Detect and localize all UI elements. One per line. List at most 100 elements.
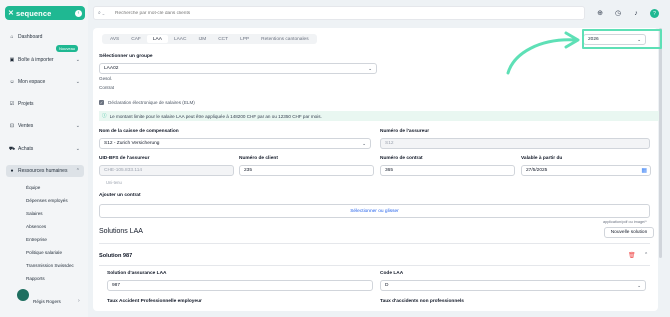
chevron-up-icon: ⌃	[75, 168, 80, 174]
info-banner: ⓘ Le montant limite pour le salaire LAA …	[99, 111, 659, 121]
scrollbar[interactable]	[659, 28, 662, 258]
add-icon[interactable]: ⊕	[595, 8, 605, 18]
valid-from-field[interactable]: 27/5/2025 ▦	[521, 165, 651, 176]
subnav-entreprise[interactable]: Entreprise	[26, 237, 47, 242]
chevron-down-icon: ⌄	[75, 146, 80, 152]
annotation-highlight	[582, 29, 662, 49]
user-name[interactable]: Régis Rogers	[33, 299, 61, 304]
tab-retentions[interactable]: Retentions cantonales	[255, 35, 314, 43]
inbox-icon: ▣	[9, 57, 15, 63]
chevron-up-icon[interactable]: ⌃	[644, 252, 648, 258]
valid-from-value: 27/5/2025	[526, 168, 548, 173]
search-bar[interactable]: ⌕ ⌄	[93, 6, 585, 20]
help-icon[interactable]: ?	[650, 9, 659, 18]
chevron-down-icon: ⌄	[75, 79, 80, 85]
caisse-select[interactable]: S12 - Zurich Versicherung ⌄	[99, 138, 371, 149]
uid-label: UID-BFS de l'assureur	[99, 156, 150, 161]
info-icon: ⓘ	[102, 113, 107, 118]
subnav-absences[interactable]: Absences	[26, 224, 46, 229]
sidebar-item-mon-espace[interactable]: ☺ Mon espace ⌄	[6, 76, 84, 88]
calendar-icon[interactable]: ▦	[641, 167, 647, 174]
tab-avs[interactable]: AVS	[104, 35, 125, 43]
annotation-arrow	[506, 31, 580, 75]
subnav-rapports[interactable]: Rapports	[26, 276, 45, 281]
tab-lpp[interactable]: LPP	[234, 35, 255, 43]
add-contract-label: Ajouter un contrat	[99, 193, 141, 198]
code-laa-value: D	[385, 283, 389, 288]
muted-note: Uni-tenu	[106, 180, 122, 185]
dropdown-option[interactable]: Contrat	[99, 83, 279, 92]
solution-title: Solution 987	[99, 253, 133, 259]
chevron-down-icon: ⌄	[637, 282, 641, 288]
app-name: sequence	[16, 8, 52, 18]
sidebar-item-label: Achats	[18, 146, 34, 152]
client-field[interactable]: 235	[239, 165, 374, 176]
contract-dropzone[interactable]: Sélectionner ou glisser	[99, 204, 650, 218]
checkbox[interactable]: ✓	[99, 100, 104, 105]
chevron-right-icon[interactable]: ›	[78, 298, 80, 304]
avatar[interactable]	[17, 289, 29, 301]
sidebar-item-ressources-humaines[interactable]: ● Ressources humaines ⌃	[6, 165, 84, 177]
valid-from-label: Valable à partir du	[521, 156, 563, 161]
code-laa-label: Code LAA	[380, 271, 404, 276]
tab-ijm[interactable]: IJM	[192, 35, 212, 43]
tab-cct[interactable]: CCT	[212, 35, 234, 43]
group-label: Sélectionner un groupe	[99, 54, 153, 59]
client-label: Numéro de client	[239, 156, 278, 161]
chevron-down-icon: ⌄	[362, 140, 366, 146]
tab-laac[interactable]: LAAC	[168, 35, 193, 43]
sidebar-item-label: Boîte à importer	[18, 57, 54, 63]
chevron-down-icon: ⌄	[75, 57, 80, 63]
group-select[interactable]: LAA02 ⌄	[99, 63, 377, 74]
people-icon: ●	[10, 168, 14, 174]
sidebar-item-projets[interactable]: ☑ Projets	[6, 98, 84, 110]
code-laa-select[interactable]: D ⌄	[380, 280, 646, 291]
collapse-sidebar-icon[interactable]: ‹	[75, 9, 82, 17]
logo-icon: ✕	[8, 10, 14, 17]
home-icon: ⌂	[10, 34, 14, 40]
client-value: 235	[244, 168, 253, 173]
checkbox-label: Déclaration électronique de salaires (EL…	[108, 100, 195, 105]
sidebar-item-label: Dashboard	[18, 34, 43, 40]
new-badge: Nouveau	[56, 45, 79, 52]
subnav-transmission-swissdec[interactable]: Transmission Swissdec	[26, 263, 74, 268]
caisse-label: Nom de la caisse de compensation	[99, 129, 179, 134]
tab-caf[interactable]: CAF	[125, 35, 147, 43]
search-input[interactable]	[115, 10, 415, 16]
chevron-down-icon: ⌄	[75, 123, 80, 129]
assureur-num-value: S12	[385, 141, 394, 146]
group-select-value: LAA02	[104, 66, 119, 71]
chevron-down-icon: ⌄	[368, 65, 372, 71]
new-solution-button[interactable]: Nouvelle solution	[604, 227, 654, 238]
uid-field: CHE-105.833.114	[99, 165, 234, 176]
subnav-equipe[interactable]: Équipe	[26, 185, 40, 190]
insurance-solution-field[interactable]: 987	[107, 280, 373, 291]
clock-icon[interactable]: ◷	[613, 8, 623, 18]
insurance-tabs: AVS CAF LAA LAAC IJM CCT LPP Retentions …	[102, 34, 317, 44]
bell-icon[interactable]: ♪	[631, 8, 641, 18]
file-type-hint: application/pdf ou image/*	[603, 220, 647, 224]
app-logo[interactable]: ✕ sequence ‹	[5, 6, 85, 20]
subnav-salaires[interactable]: Salaires	[26, 211, 43, 216]
sidebar-item-inbox[interactable]: ▣ Boîte à importer ⌄	[6, 54, 84, 66]
taux-pro-label: Taux Accident Professionnelle employeur	[107, 299, 202, 304]
dropdown-option[interactable]: Gesol.	[99, 74, 279, 83]
sidebar-item-label: Ressources humaines	[18, 168, 68, 174]
assureur-num-label: Numéro de l'assureur	[380, 129, 430, 134]
sidebar-item-dashboard[interactable]: ⌂ Dashboard	[6, 31, 84, 43]
sidebar-item-achats[interactable]: ⛟ Achats ⌄	[6, 143, 84, 155]
trash-icon[interactable]: 🗑	[628, 252, 636, 259]
assureur-num-field: S12	[380, 138, 650, 149]
contrat-label: Numéro de contrat	[380, 156, 423, 161]
subnav-depenses-employes[interactable]: Dépenses employés	[26, 198, 68, 203]
sidebar-item-label: Mon espace	[18, 79, 46, 85]
tab-laa[interactable]: LAA	[146, 35, 168, 43]
solutions-title: Solutions LAA	[99, 228, 143, 235]
elm-checkbox-row[interactable]: ✓ Déclaration électronique de salaires (…	[99, 100, 195, 105]
cart-icon: ⛟	[8, 145, 16, 152]
subnav-politique-salariale[interactable]: Politique salariale	[26, 250, 62, 255]
contrat-field[interactable]: 365	[380, 165, 515, 176]
sidebar-item-ventes[interactable]: ⊡ Ventes ⌄	[6, 120, 84, 132]
insurance-solution-label: Solution d'assurance LAA	[107, 271, 167, 276]
group-dropdown: Gesol. Contrat	[99, 74, 279, 92]
